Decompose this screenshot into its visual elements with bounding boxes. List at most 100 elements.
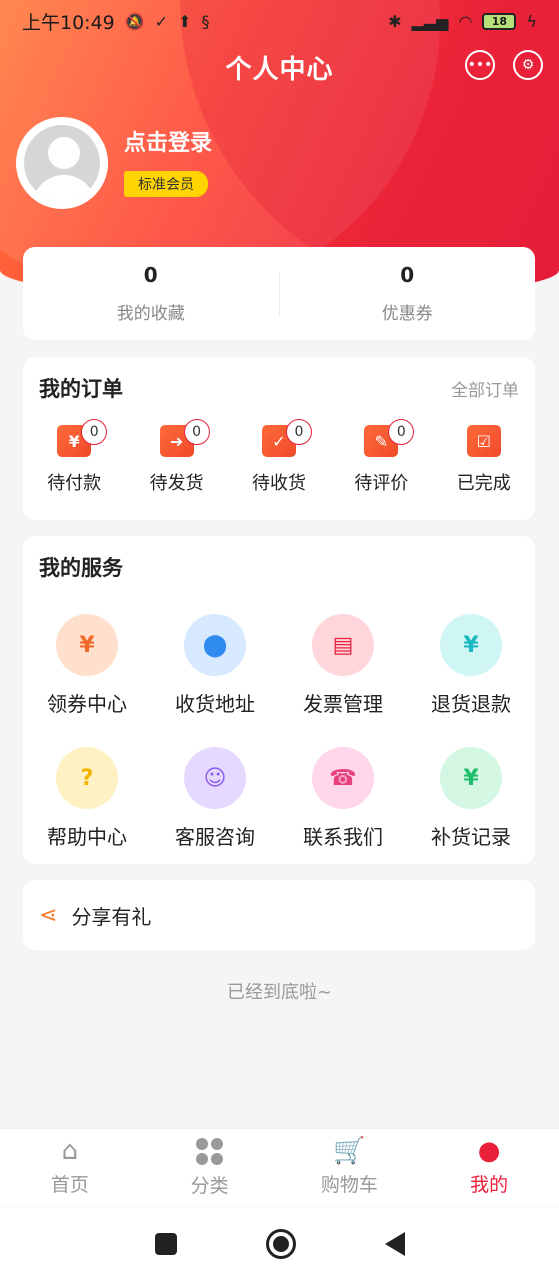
service-label: 联系我们 [303,825,383,849]
status-left: 上午10:49 🔕 ✓ ⬆ § [22,8,210,35]
service-label: 客服咨询 [175,825,255,849]
wifi-icon: ◠ [458,11,473,31]
category-grid-icon [196,1137,224,1165]
status-right: ✱ ▂▃▅ ◠ 18 ϟ [388,12,537,31]
count-badge: 0 [81,419,108,445]
order-pending-review[interactable]: ✎ 0 待评价 [336,419,426,495]
service-label: 领券中心 [47,692,127,716]
order-label: 待付款 [47,473,102,494]
tab-cart[interactable]: 🛒 购物车 [280,1129,420,1206]
page-title: 个人中心 [225,54,334,85]
status-bar: 上午10:49 🔕 ✓ ⬆ § ✱ ▂▃▅ ◠ 18 ϟ [0,0,559,42]
status-time: 上午10:49 [22,11,115,34]
help-question-icon: ? [56,747,118,809]
login-link[interactable]: 点击登录 [124,125,212,157]
service-label: 收货地址 [175,692,255,716]
avatar[interactable] [16,117,108,209]
phone-chat-icon: ☎ [312,747,374,809]
order-label: 待评价 [354,473,409,494]
order-pending-receipt[interactable]: ✓ 0 待收货 [234,419,324,495]
service-address[interactable]: ⬤ 收货地址 [151,614,279,717]
service-label: 退货退款 [431,692,511,716]
order-pending-shipment[interactable]: ➜ 0 待发货 [132,419,222,495]
service-restock-records[interactable]: ¥ 补货记录 [407,747,535,850]
orders-title: 我的订单 [39,377,123,401]
tab-label: 我的 [470,1174,509,1196]
stat-label: 优惠券 [381,304,433,324]
share-icon: ⋖ [39,902,58,928]
tab-label: 分类 [190,1174,229,1197]
coupon-icon: ¥ [56,614,118,676]
services-header: 我的服务 [23,536,535,582]
service-refund[interactable]: ¥ 退货退款 [407,614,535,717]
stat-coupons[interactable]: 0 优惠券 [280,263,536,324]
settings-gear-icon[interactable]: ⚙ [513,50,543,80]
services-grid: ¥ 领券中心 ⬤ 收货地址 ▤ 发票管理 ¥ 退货退款 ? 帮助中心 ☺ 客服咨… [23,582,535,850]
mute-icon: 🔕 [124,11,145,31]
service-invoice[interactable]: ▤ 发票管理 [279,614,407,717]
header-actions: ••• ⚙ [465,50,543,80]
all-orders-link[interactable]: 全部订单 [451,376,519,401]
count-badge: 0 [388,419,415,445]
services-card: 我的服务 ¥ 领券中心 ⬤ 收货地址 ▤ 发票管理 ¥ 退货退款 ? 帮助中心 … [23,536,535,864]
signal-icon: ▂▃▅ [411,11,449,31]
service-label: 补货记录 [431,825,511,849]
title-bar: 个人中心 ••• ⚙ [0,44,559,90]
stat-value: 0 [400,263,415,287]
service-label: 发票管理 [303,692,383,716]
app-notify-icon: § [201,11,210,31]
invoice-icon: ▤ [312,614,374,676]
stat-favorites[interactable]: 0 我的收藏 [23,263,279,324]
restock-ticket-icon: ¥ [440,747,502,809]
tab-home[interactable]: ⌂ 首页 [0,1129,140,1206]
location-pin-icon: ⬤ [184,614,246,676]
count-badge: 0 [183,419,210,445]
orders-card: 我的订单 全部订单 ¥ 0 待付款 ➜ 0 待发货 ✓ 0 待收货 ✎ 0 待评… [23,357,535,520]
service-help[interactable]: ? 帮助中心 [23,747,151,850]
completed-check-icon: ☑ [466,425,501,457]
tab-label: 首页 [50,1174,89,1196]
upload-icon: ⬆ [178,11,192,31]
share-row[interactable]: ⋖ 分享有礼 [23,880,535,950]
order-pending-payment[interactable]: ¥ 0 待付款 [29,419,119,495]
order-status-row: ¥ 0 待付款 ➜ 0 待发货 ✓ 0 待收货 ✎ 0 待评价 ☑ 已完成 [23,419,535,495]
profile-info: 点击登录 标准会员 [124,125,212,197]
service-label: 帮助中心 [47,825,127,849]
order-label: 已完成 [456,473,511,494]
home-button-icon[interactable] [265,1228,296,1259]
end-of-list-note: 已经到底啦~ [226,982,333,1003]
user-icon: ● [477,1136,501,1166]
tab-label: 购物车 [320,1174,378,1196]
stats-card: 0 我的收藏 0 优惠券 [23,247,535,340]
services-title: 我的服务 [39,556,123,580]
share-label: 分享有礼 [71,904,152,929]
orders-header: 我的订单 全部订单 [23,357,535,403]
system-navigation-bar [0,1207,559,1280]
service-coupon-center[interactable]: ¥ 领券中心 [23,614,151,717]
cart-icon: 🛒 [333,1136,366,1166]
check-icon: ✓ [154,11,169,31]
member-level-badge: 标准会员 [124,171,208,197]
service-customer-support[interactable]: ☺ 客服咨询 [151,747,279,850]
home-icon: ⌂ [61,1136,79,1166]
order-label: 待发货 [149,473,204,494]
bluetooth-icon: ✱ [388,11,402,31]
order-completed[interactable]: ☑ 已完成 [439,425,529,495]
order-label: 待收货 [251,473,306,494]
avatar-placeholder-icon [24,125,100,201]
count-badge: 0 [285,419,312,445]
headset-icon: ☺ [184,747,246,809]
refund-icon: ¥ [440,614,502,676]
back-icon[interactable] [384,1231,405,1256]
bottom-tab-bar: ⌂ 首页 分类 🛒 购物车 ● 我的 [0,1128,559,1206]
message-icon[interactable]: ••• [465,50,495,80]
tab-category[interactable]: 分类 [140,1129,280,1206]
stat-value: 0 [143,263,158,287]
tab-mine[interactable]: ● 我的 [419,1129,559,1206]
battery-icon: 18 [482,12,517,30]
service-contact-us[interactable]: ☎ 联系我们 [279,747,407,850]
recent-apps-icon[interactable] [154,1232,177,1255]
stat-label: 我的收藏 [116,304,185,324]
charging-icon: ϟ [526,11,537,31]
profile-section[interactable]: 点击登录 标准会员 [16,117,212,209]
